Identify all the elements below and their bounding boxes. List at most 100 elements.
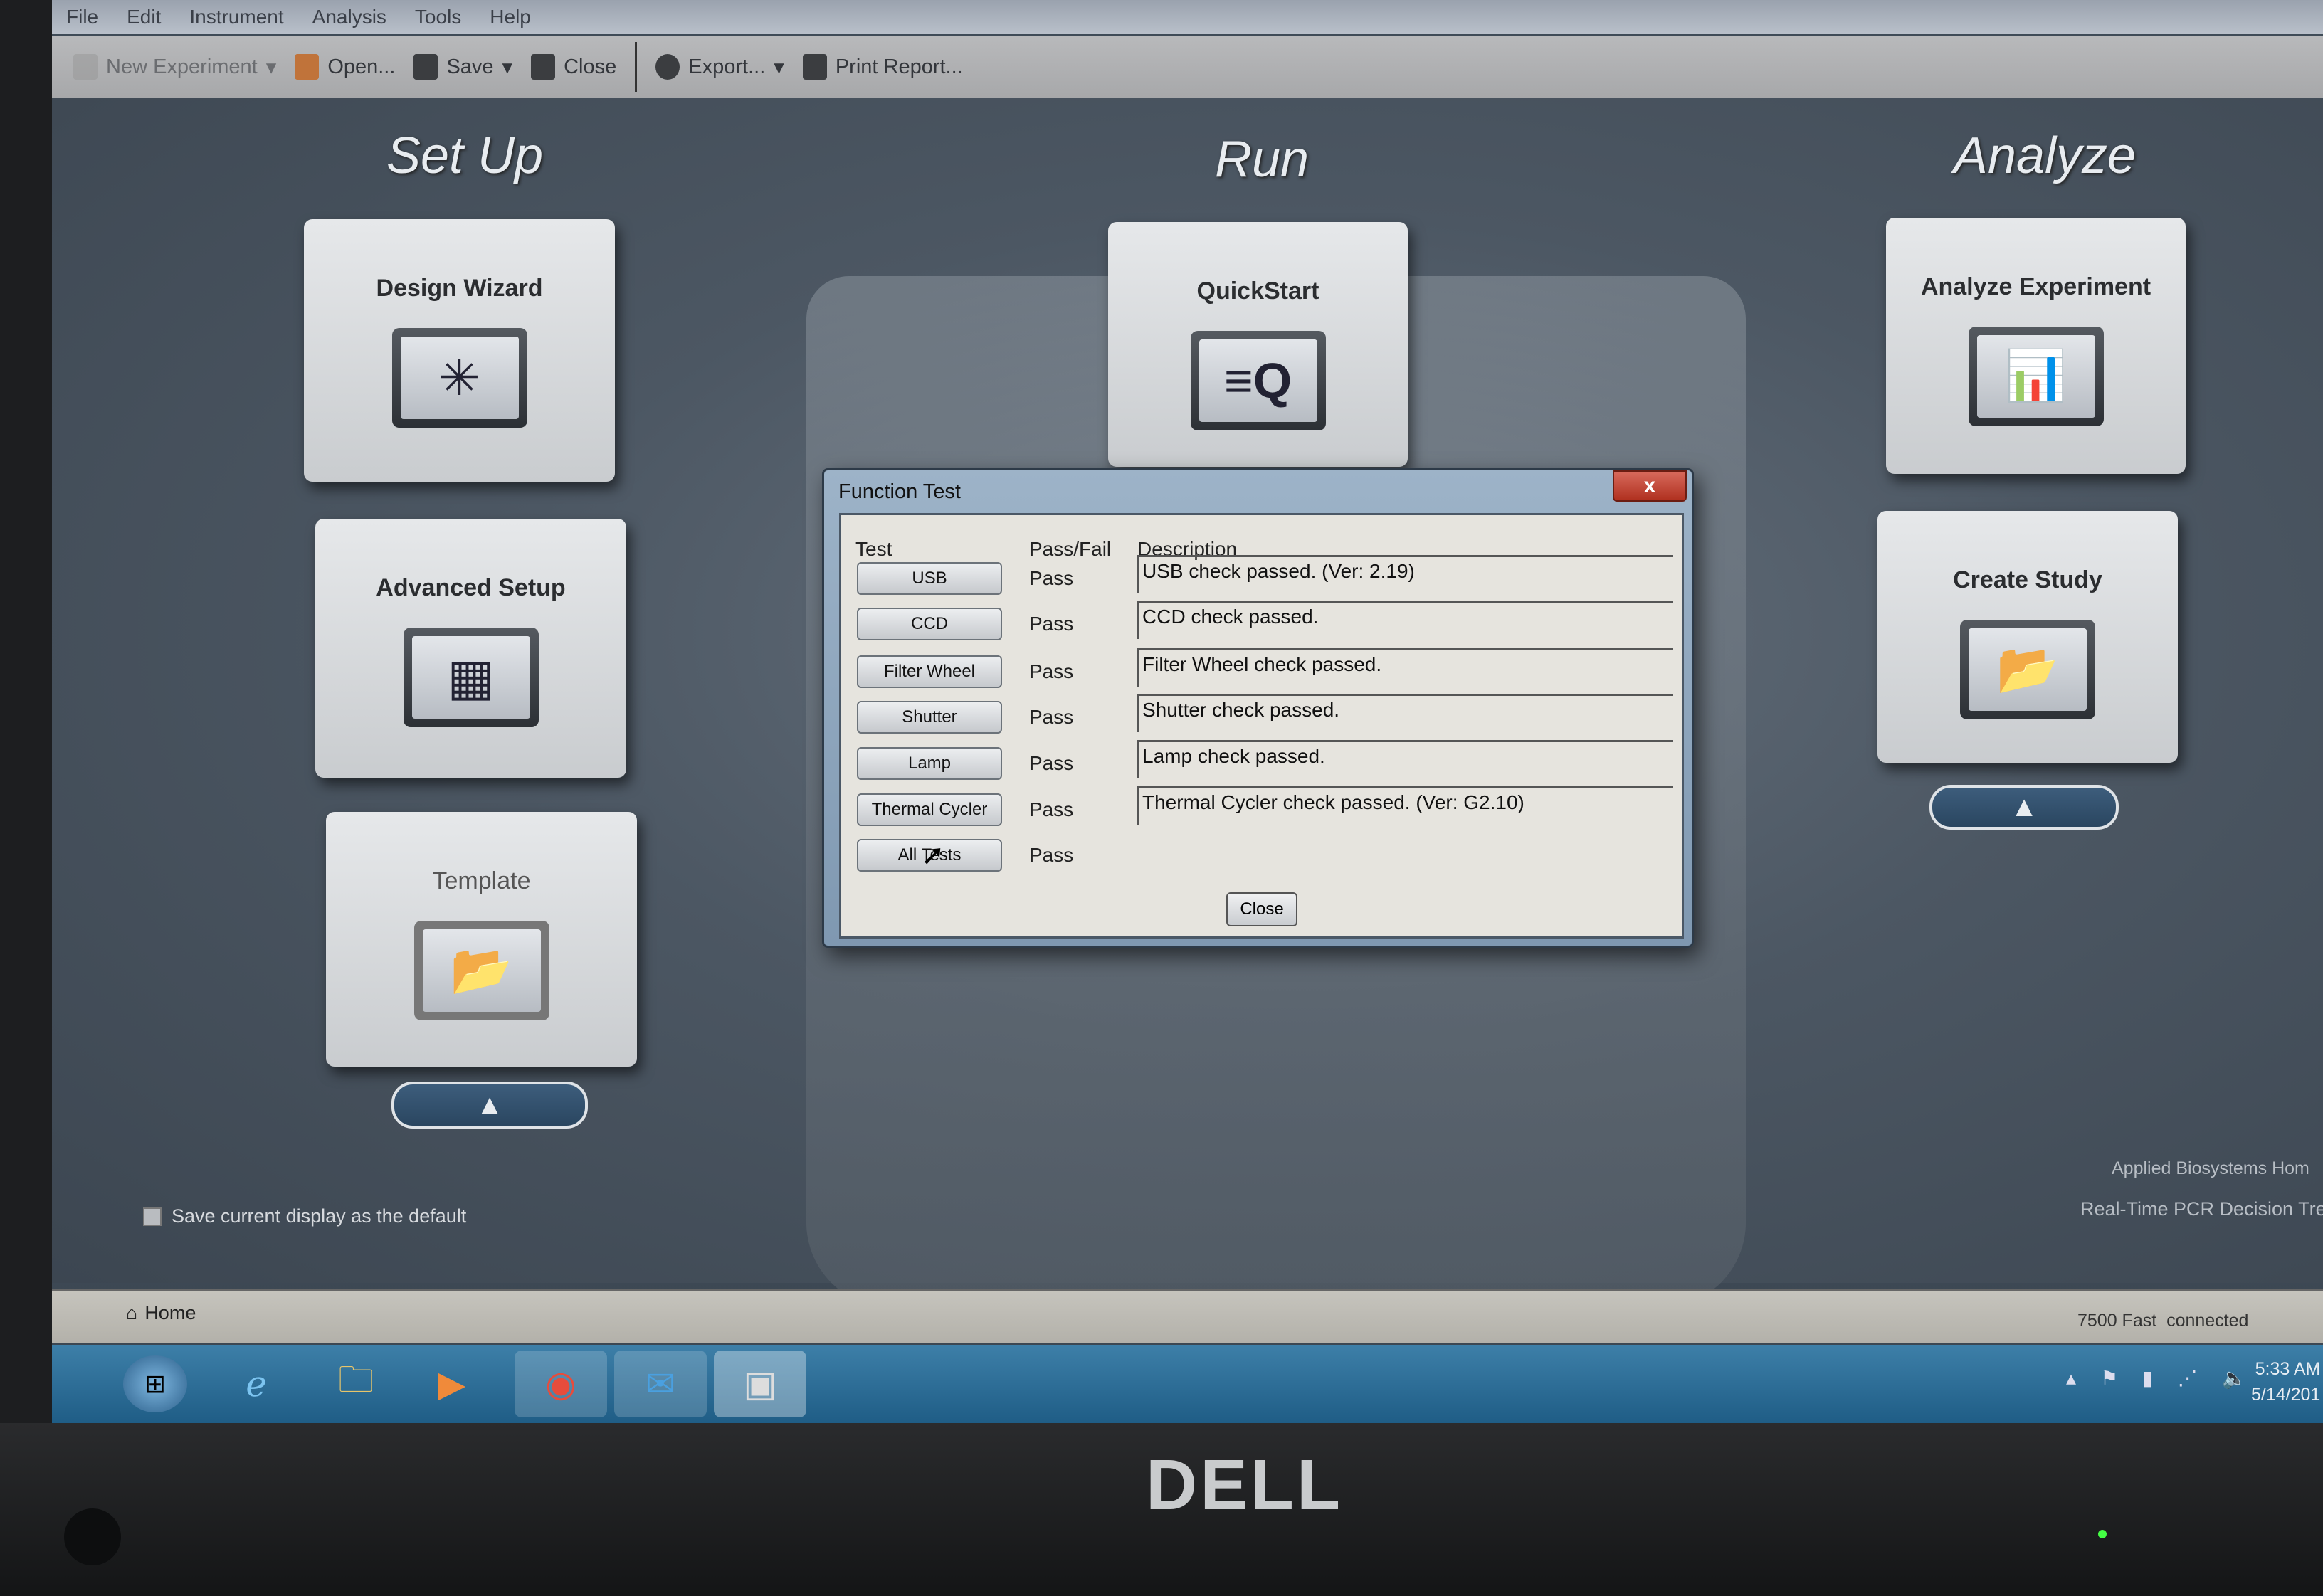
close-folder-icon xyxy=(531,54,556,80)
test-description: Shutter check passed. xyxy=(1137,694,1673,732)
analyze-heading: Analyze xyxy=(1953,127,2137,184)
print-report-button[interactable]: Print Report... xyxy=(802,54,963,80)
chart-icon: 📊 xyxy=(1968,327,2104,426)
test-button-1[interactable]: CCD xyxy=(857,608,1002,640)
menu-instrument[interactable]: Instrument xyxy=(189,6,283,28)
dialog-close-button[interactable]: Close xyxy=(1226,892,1297,926)
instrument-status: 7500 Fast connected xyxy=(2077,1311,2249,1331)
toolbar-separator xyxy=(635,42,638,92)
export-icon xyxy=(655,54,680,80)
close-icon: x xyxy=(1643,474,1656,497)
test-description: USB check passed. (Ver: 2.19) xyxy=(1137,555,1673,593)
dialog-body: Test Pass/Fail Description USB Pass USB c… xyxy=(839,513,1684,939)
test-button-2[interactable]: Filter Wheel xyxy=(857,655,1002,688)
taskbar-explorer[interactable]: 🗀 xyxy=(324,1355,388,1412)
taskbar: ⊞ ℯ 🗀 ▶ ◉ ✉ ▣ ▴ ⚑ ▮ ⋰ 🔈 5:33 AM 5/14/201 xyxy=(52,1345,2323,1423)
print-icon xyxy=(802,54,827,80)
quickstart-icon: ≡Q xyxy=(1190,331,1326,430)
test-button-4[interactable]: Lamp xyxy=(857,747,1002,780)
test-result: Pass xyxy=(1029,706,1074,728)
pcr-decision-tree-link[interactable]: Real-Time PCR Decision Tre xyxy=(2080,1198,2323,1220)
function-test-dialog: Function Test x Test Pass/Fail Descripti… xyxy=(822,468,1694,948)
network-icon[interactable]: ⋰ xyxy=(2178,1366,2198,1390)
chrome-icon: ◉ xyxy=(545,1364,576,1404)
outlook-icon: ✉ xyxy=(646,1364,675,1404)
new-experiment-icon xyxy=(73,54,98,80)
test-button-3[interactable]: Shutter xyxy=(857,701,1002,734)
taskbar-chrome[interactable]: ◉ xyxy=(515,1351,607,1417)
applied-biosystems-link[interactable]: Applied Biosystems Hom xyxy=(2112,1158,2309,1179)
menu-file[interactable]: File xyxy=(66,6,98,28)
design-wizard-tile[interactable]: Design Wizard ✳ xyxy=(304,219,615,482)
test-description: Lamp check passed. xyxy=(1137,740,1673,778)
create-study-tile[interactable]: Create Study 📂 xyxy=(1877,511,2178,763)
template-folder-icon: 📂 xyxy=(413,921,549,1020)
header-pass-fail: Pass/Fail xyxy=(1029,538,1112,560)
run-heading: Run xyxy=(1214,131,1310,188)
analyze-experiment-tile[interactable]: Analyze Experiment 📊 xyxy=(1886,218,2186,474)
toolbar: New Experiment ▾ Open... Save ▾ Close Expo… xyxy=(52,36,2323,98)
menu-edit[interactable]: Edit xyxy=(127,6,161,28)
wizard-icon: ✳ xyxy=(391,328,527,428)
new-experiment-button[interactable]: New Experiment ▾ xyxy=(73,54,276,80)
taskbar-7500-software[interactable]: ▣ xyxy=(714,1351,806,1417)
start-button[interactable]: ⊞ xyxy=(123,1355,187,1412)
home-tab[interactable]: ⌂ Home xyxy=(126,1302,196,1324)
export-button[interactable]: Export... ▾ xyxy=(655,54,784,80)
menu-analysis[interactable]: Analysis xyxy=(312,6,386,28)
test-button-5[interactable]: Thermal Cycler xyxy=(857,793,1002,826)
template-tile[interactable]: Template 📂 xyxy=(326,812,637,1067)
test-button-0[interactable]: USB xyxy=(857,562,1002,595)
menu-help[interactable]: Help xyxy=(490,6,531,28)
folder-open-icon xyxy=(295,54,320,80)
analyze-collapse-button[interactable]: ▲ xyxy=(1929,785,2119,830)
internet-explorer-icon: ℯ xyxy=(246,1364,267,1404)
menu-bar: File Edit Instrument Analysis Tools Help xyxy=(52,0,2323,34)
save-icon xyxy=(413,54,438,80)
dropdown-arrow-icon: ▾ xyxy=(502,56,513,79)
home-icon: ⌂ xyxy=(126,1302,138,1323)
laptop-bezel xyxy=(0,0,52,1423)
test-result: Pass xyxy=(1029,752,1074,774)
menu-tools[interactable]: Tools xyxy=(415,6,461,28)
save-button[interactable]: Save ▾ xyxy=(413,54,512,80)
power-led xyxy=(2098,1530,2107,1538)
test-result: Pass xyxy=(1029,567,1074,589)
save-default-checkbox-row[interactable]: Save current display as the default xyxy=(143,1205,466,1227)
windows-icon: ⊞ xyxy=(144,1369,167,1398)
test-description: CCD check passed. xyxy=(1137,601,1673,639)
close-button[interactable]: Close xyxy=(531,54,616,80)
arrow-up-icon: ▲ xyxy=(2010,791,2038,823)
dell-logo: DELL xyxy=(1146,1445,1344,1525)
taskbar-ie[interactable]: ℯ xyxy=(224,1355,288,1412)
volume-icon[interactable]: 🔈 xyxy=(2222,1366,2247,1390)
save-default-checkbox[interactable] xyxy=(143,1207,162,1226)
test-description: Filter Wheel check passed. xyxy=(1137,648,1673,687)
screen: File Edit Instrument Analysis Tools Help… xyxy=(52,0,2323,1423)
folder-icon: 🗀 xyxy=(338,1359,374,1400)
clock[interactable]: 5:33 AM 5/14/201 xyxy=(2251,1356,2320,1407)
instrument-app-icon: ▣ xyxy=(743,1364,777,1404)
test-description: Thermal Cycler check passed. (Ver: G2.10… xyxy=(1137,786,1673,825)
advanced-setup-tile[interactable]: Advanced Setup ▦ xyxy=(315,519,626,778)
bezel-button xyxy=(64,1508,121,1565)
media-player-icon: ▶ xyxy=(438,1364,466,1404)
header-test: Test xyxy=(855,538,892,560)
show-hidden-icons[interactable]: ▴ xyxy=(2066,1366,2076,1390)
action-center-flag-icon[interactable]: ⚑ xyxy=(2100,1366,2118,1390)
status-bar: ⌂ Home 7500 Fast connected xyxy=(52,1289,2323,1343)
arrow-up-icon: ▲ xyxy=(475,1089,504,1121)
open-button[interactable]: Open... xyxy=(295,54,395,80)
setup-collapse-button[interactable]: ▲ xyxy=(391,1082,588,1129)
setup-heading: Set Up xyxy=(386,127,544,184)
study-folder-icon: 📂 xyxy=(1960,620,2095,719)
taskbar-outlook[interactable]: ✉ xyxy=(614,1351,707,1417)
taskbar-media-player[interactable]: ▶ xyxy=(420,1355,484,1412)
battery-icon[interactable]: ▮ xyxy=(2142,1366,2153,1390)
quickstart-tile[interactable]: QuickStart ≡Q xyxy=(1108,222,1408,467)
system-tray: ▴ ⚑ ▮ ⋰ 🔈 xyxy=(2066,1366,2246,1390)
test-result: Pass xyxy=(1029,613,1074,635)
dropdown-arrow-icon: ▾ xyxy=(265,56,277,79)
dropdown-arrow-icon: ▾ xyxy=(774,56,784,79)
dialog-close-x-button[interactable]: x xyxy=(1613,470,1687,502)
